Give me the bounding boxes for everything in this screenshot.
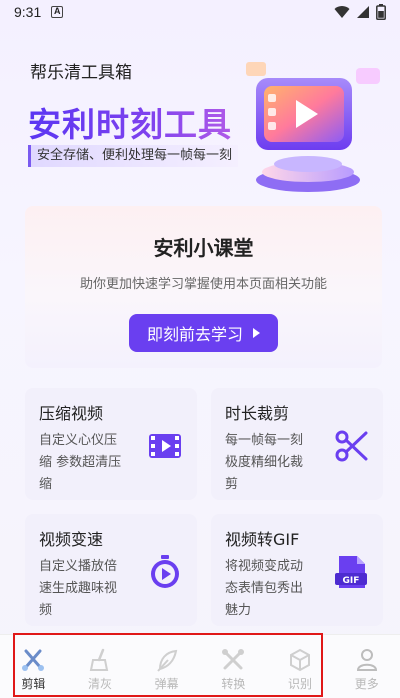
cube-icon [290, 648, 311, 672]
tab-label: 弹幕 [154, 677, 179, 691]
bottom-tab-bar: 剪辑 清灰 弹幕 转换 识别 更多 [0, 634, 400, 698]
tab-more[interactable]: 更多 [333, 635, 400, 698]
feather-icon [156, 649, 177, 672]
battery-icon [376, 4, 386, 20]
broom-icon [89, 648, 109, 671]
tab-convert[interactable]: 转换 [200, 635, 267, 698]
tab-recognize[interactable]: 识别 [267, 635, 334, 698]
signal-icon [357, 6, 369, 18]
feature-card-trim-duration[interactable]: 时长裁剪 每一帧每一刻极度精细化裁剪 [211, 388, 383, 500]
notification-app-icon: A [51, 6, 64, 18]
learn-now-button[interactable]: 即刻前去学习 [128, 314, 278, 352]
tab-label: 更多 [354, 677, 379, 691]
tab-danmaku[interactable]: 弹幕 [133, 635, 200, 698]
status-time: 9:31 [14, 4, 42, 20]
feature-card-speed-change[interactable]: 视频变速 自定义播放倍速生成趣味视频 [25, 514, 197, 626]
play-triangle-icon [253, 328, 260, 338]
card-title: 视频转GIF [225, 530, 300, 549]
status-bar: 9:31 A [0, 0, 400, 24]
tab-label: 识别 [288, 677, 313, 691]
feature-card-video-to-gif[interactable]: 视频转GIF 将视频变成动态表情包秀出魅力 GIF [211, 514, 383, 626]
user-icon [356, 649, 377, 671]
hero-title: 安利时刻工具 [28, 98, 232, 146]
tutorial-card: 安利小课堂 助你更加快速学习掌握使用本页面相关功能 即刻前去学习 [25, 206, 382, 368]
card-description: 将视频变成动态表情包秀出魅力 [225, 559, 304, 618]
gif-label: GIF [343, 576, 360, 586]
tab-label: 清灰 [88, 677, 113, 691]
card-title: 时长裁剪 [225, 404, 290, 423]
stopwatch-play-icon [151, 555, 179, 588]
wifi-icon [334, 6, 350, 19]
card-description: 自定义播放倍速生成趣味视频 [39, 559, 118, 618]
feature-card-compress-video[interactable]: 压缩视频 自定义心仪压缩 参数超清压缩 [25, 388, 197, 500]
card-title: 视频变速 [39, 530, 104, 549]
card-description: 自定义心仪压缩 参数超清压缩 [39, 433, 122, 492]
tutorial-description: 助你更加快速学习掌握使用本页面相关功能 [79, 277, 327, 292]
card-description: 每一帧每一刻极度精细化裁剪 [225, 433, 304, 492]
video-player-illustration-icon [246, 62, 380, 192]
learn-now-label: 即刻前去学习 [146, 325, 243, 344]
scissors-tab-icon [22, 649, 45, 671]
tab-label: 转换 [221, 677, 246, 691]
hero-subtitle: 安全存储、便利处理每一帧每一刻 [28, 145, 239, 167]
tab-edit[interactable]: 剪辑 [0, 635, 67, 698]
hero-banner: 帮乐清工具箱 安利时刻工具 安全存储、便利处理每一帧每一刻 [0, 24, 400, 194]
card-title: 压缩视频 [39, 404, 104, 423]
app-brand-name: 帮乐清工具箱 [30, 63, 132, 83]
tutorial-title: 安利小课堂 [153, 236, 254, 260]
tab-clean[interactable]: 清灰 [67, 635, 134, 698]
gif-file-icon: GIF [335, 556, 367, 588]
tab-label: 剪辑 [21, 677, 46, 691]
film-icon [149, 434, 181, 458]
tools-icon [222, 649, 245, 670]
scissors-icon [335, 430, 368, 462]
